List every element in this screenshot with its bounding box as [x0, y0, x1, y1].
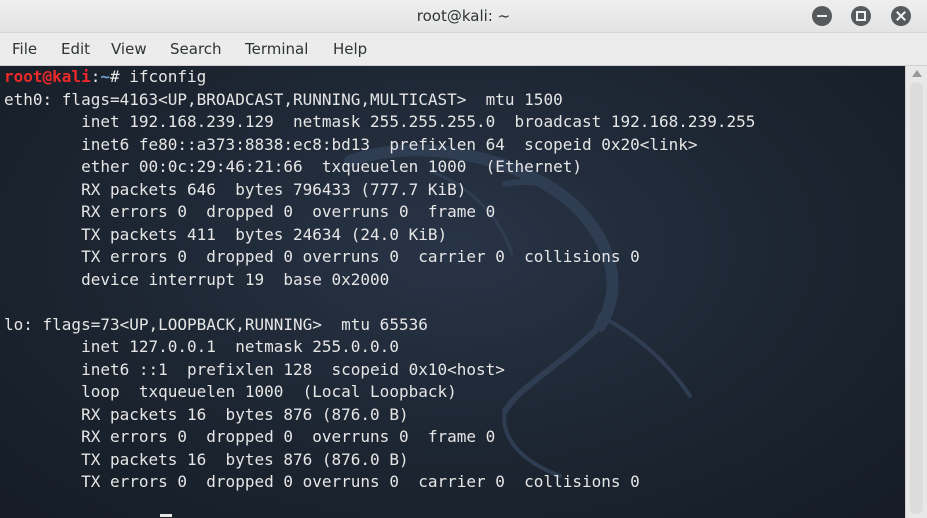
window-title: root@kali: ~	[416, 7, 511, 25]
output-line: inet 192.168.239.129 netmask 255.255.255…	[4, 112, 756, 131]
output-line: TX errors 0 dropped 0 overruns 0 carrier…	[4, 472, 640, 491]
menu-help[interactable]: Help	[333, 33, 367, 65]
menu-file[interactable]: File	[12, 33, 37, 65]
output-line: TX packets 411 bytes 24634 (24.0 KiB)	[4, 224, 448, 244]
output-line: RX packets 646 bytes 796433 (777.7 KiB)	[4, 179, 467, 199]
menu-view[interactable]: View	[111, 33, 147, 65]
text-cursor	[160, 514, 172, 517]
prompt-user-host: root@kali	[4, 67, 91, 86]
prompt-separator: :	[90, 67, 101, 86]
scroll-up-arrow-icon[interactable]	[912, 70, 922, 77]
output-line: eth0: flags=4163<UP,BROADCAST,RUNNING,MU…	[4, 89, 563, 109]
output-line: inet6 ::1 prefixlen 128 scopeid 0x10<hos…	[4, 359, 505, 379]
menu-search[interactable]: Search	[170, 33, 222, 65]
output-line: device interrupt 19 base 0x2000	[4, 269, 390, 289]
terminal-output-area[interactable]: root@kali:~# ifconfig eth0: flags=4163<U…	[0, 66, 905, 518]
output-line: ether 00:0c:29:46:21:66 txqueuelen 1000 …	[4, 157, 582, 176]
title-bar[interactable]: root@kali: ~	[0, 0, 927, 33]
prompt-line: root@kali:~# ifconfig	[4, 66, 206, 88]
menu-terminal[interactable]: Terminal	[245, 33, 308, 65]
prompt-command: ifconfig	[129, 67, 207, 86]
prompt-path: ~	[100, 67, 110, 86]
vertical-scrollbar[interactable]	[905, 66, 927, 518]
terminal-window: root@kali: ~ File Edit View Search Termi…	[0, 0, 927, 518]
scroll-track[interactable]	[910, 82, 923, 514]
output-line: lo: flags=73<UP,LOOPBACK,RUNNING> mtu 65…	[4, 314, 428, 334]
output-line: RX packets 16 bytes 876 (876.0 B)	[4, 404, 409, 424]
output-line: RX errors 0 dropped 0 overruns 0 frame 0	[4, 427, 496, 446]
maximize-button[interactable]	[851, 6, 871, 26]
menu-edit[interactable]: Edit	[61, 33, 90, 65]
close-button[interactable]	[891, 6, 911, 26]
output-line: TX packets 16 bytes 876 (876.0 B)	[4, 449, 409, 469]
output-line: inet 127.0.0.1 netmask 255.0.0.0	[4, 337, 399, 356]
minimize-button[interactable]	[812, 6, 832, 26]
output-line: RX errors 0 dropped 0 overruns 0 frame 0	[4, 202, 496, 221]
output-line: TX errors 0 dropped 0 overruns 0 carrier…	[4, 247, 640, 266]
menu-bar: File Edit View Search Terminal Help	[0, 33, 927, 66]
prompt-symbol: #	[109, 67, 130, 86]
output-line: inet6 fe80::a373:8838:ec8:bd13 prefixlen…	[4, 134, 698, 154]
output-line: loop txqueuelen 1000 (Local Loopback)	[4, 382, 457, 401]
